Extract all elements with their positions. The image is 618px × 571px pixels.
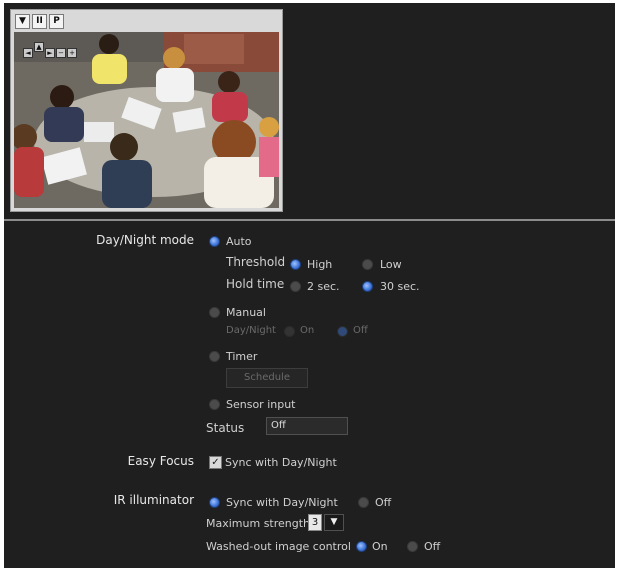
auto-radio[interactable] xyxy=(209,236,220,247)
pan-right-icon[interactable]: ► xyxy=(45,48,55,58)
easy-focus-sync-label: Sync with Day/Night xyxy=(225,456,337,469)
ir-illuminator-label: IR illuminator xyxy=(113,493,194,507)
max-strength-label: Maximum strength xyxy=(206,517,311,530)
max-strength-value[interactable]: 3 xyxy=(308,514,322,531)
pan-left-icon[interactable]: ◄ xyxy=(23,48,33,58)
ir-sync-radio[interactable] xyxy=(209,497,220,508)
washed-off-label: Off xyxy=(424,540,441,553)
manual-off-radio[interactable] xyxy=(337,326,348,337)
zoom-in-icon[interactable]: + xyxy=(67,48,77,58)
washed-on-label: On xyxy=(372,540,388,553)
preset-icon[interactable]: P xyxy=(49,14,64,29)
threshold-low-radio[interactable] xyxy=(362,259,373,270)
zoom-out-icon[interactable]: − xyxy=(56,48,66,58)
camera-viewer: ▼ II P ◄ ▲ ► − + xyxy=(10,9,283,212)
hold-30sec-label: 30 sec. xyxy=(380,280,420,293)
timer-label: Timer xyxy=(226,350,258,363)
threshold-high-radio[interactable] xyxy=(290,259,301,270)
easy-focus-sync-checkbox[interactable]: ✓ xyxy=(209,456,222,469)
classroom-scene-image xyxy=(14,32,279,208)
hold-2sec-label: 2 sec. xyxy=(307,280,340,293)
timer-radio[interactable] xyxy=(209,351,220,362)
washed-off-radio[interactable] xyxy=(407,541,418,552)
ir-off-radio[interactable] xyxy=(358,497,369,508)
manual-radio[interactable] xyxy=(209,307,220,318)
auto-label: Auto xyxy=(226,235,252,248)
chevron-down-icon[interactable]: ▼ xyxy=(324,514,344,531)
status-label: Status xyxy=(206,421,245,435)
manual-on-radio[interactable] xyxy=(284,326,295,337)
live-video-image[interactable]: ◄ ▲ ► − + xyxy=(14,32,279,208)
hold-2sec-radio[interactable] xyxy=(290,281,301,292)
schedule-button[interactable]: Schedule xyxy=(226,368,308,388)
manual-on-label: On xyxy=(300,325,315,336)
ir-off-label: Off xyxy=(375,496,392,509)
hold-30sec-radio[interactable] xyxy=(362,281,373,292)
washed-out-label: Washed-out image control xyxy=(206,540,351,553)
status-field: Off xyxy=(266,417,348,435)
manual-label: Manual xyxy=(226,306,266,319)
divider xyxy=(4,219,615,221)
sensor-input-radio[interactable] xyxy=(209,399,220,410)
manual-day-night-label: Day/Night xyxy=(226,325,276,336)
manual-off-label: Off xyxy=(353,325,368,336)
settings-panel: ▼ II P ◄ ▲ ► − + Day/Night mode Auto Thr… xyxy=(4,3,615,568)
threshold-label: Threshold xyxy=(226,255,286,269)
pause-icon[interactable]: II xyxy=(32,14,47,29)
threshold-low-label: Low xyxy=(380,258,402,271)
threshold-high-label: High xyxy=(307,258,333,271)
hold-time-label: Hold time xyxy=(226,277,285,291)
sensor-input-label: Sensor input xyxy=(226,398,296,411)
easy-focus-label: Easy Focus xyxy=(127,454,194,468)
tilt-up-icon[interactable]: ▲ xyxy=(34,42,44,52)
menu-icon[interactable]: ▼ xyxy=(15,14,30,29)
washed-on-radio[interactable] xyxy=(356,541,367,552)
ir-sync-label: Sync with Day/Night xyxy=(226,496,338,509)
day-night-mode-label: Day/Night mode xyxy=(96,233,194,247)
